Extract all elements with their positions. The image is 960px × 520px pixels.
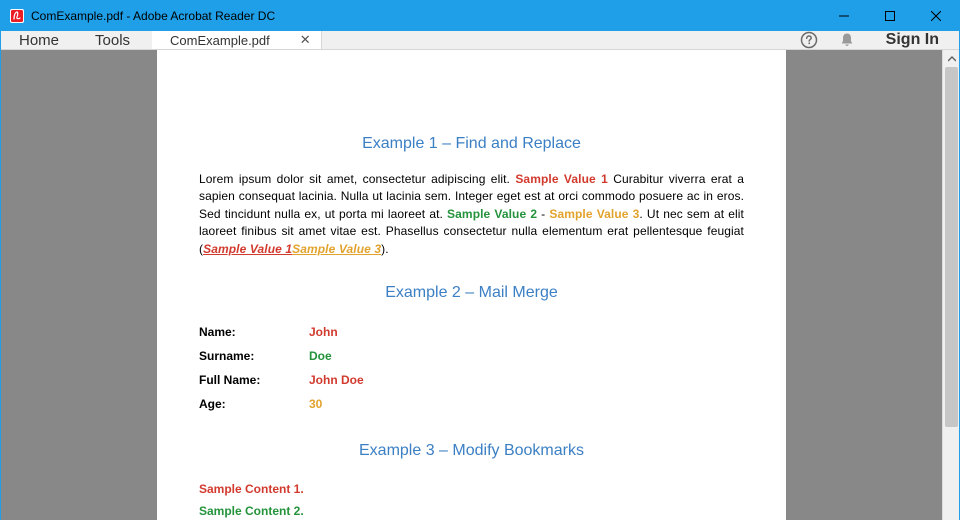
close-icon — [931, 11, 941, 21]
acrobat-icon — [9, 8, 25, 24]
maximize-icon — [885, 11, 895, 21]
notifications-button[interactable] — [828, 31, 866, 49]
link-sample-value-3[interactable]: Sample Value 3 — [292, 242, 381, 256]
sample-value-3: Sample Value 3 — [549, 207, 639, 221]
field-label: Name: — [199, 325, 309, 339]
mail-merge-table: Name:JohnSurname:DoeFull Name:John DoeAg… — [199, 320, 744, 416]
field-label: Surname: — [199, 349, 309, 363]
field-label: Age: — [199, 397, 309, 411]
toolbar: Home Tools ComExample.pdf ✕ Sign In — [1, 31, 959, 50]
field-value: John — [309, 325, 338, 339]
signin-button[interactable]: Sign In — [866, 31, 959, 49]
table-row: Age:30 — [199, 392, 744, 416]
heading-example-1: Example 1 – Find and Replace — [199, 135, 744, 153]
document-page: Example 1 – Find and Replace Lorem ipsum… — [157, 50, 786, 520]
table-row: Full Name:John Doe — [199, 368, 744, 392]
scroll-up-button[interactable] — [943, 50, 960, 67]
bell-icon — [839, 32, 855, 48]
link-sample-value-1[interactable]: Sample Value 1 — [203, 242, 292, 256]
field-value: 30 — [309, 397, 322, 411]
viewer-gutter-right — [786, 50, 942, 520]
sample-value-2: Sample Value 2 — [447, 207, 537, 221]
field-value: John Doe — [309, 373, 364, 387]
tab-close-button[interactable]: ✕ — [300, 32, 311, 48]
sample-value-1: Sample Value 1 — [515, 172, 608, 186]
text-run: Lorem ipsum dolor sit amet, consectetur … — [199, 172, 515, 186]
content-area: Example 1 – Find and Replace Lorem ipsum… — [1, 50, 959, 520]
field-value: Doe — [309, 349, 332, 363]
minimize-button[interactable] — [821, 1, 867, 31]
vertical-scrollbar[interactable] — [942, 50, 959, 520]
help-button[interactable] — [790, 31, 828, 49]
field-label: Full Name: — [199, 373, 309, 387]
titlebar: ComExample.pdf - Adobe Acrobat Reader DC — [1, 1, 959, 31]
bookmarks-block: Sample Content 1. Sample Content 2. — [199, 478, 744, 520]
table-row: Name:John — [199, 320, 744, 344]
document-viewport[interactable]: Example 1 – Find and Replace Lorem ipsum… — [157, 50, 786, 520]
document-tab-label: ComExample.pdf — [170, 33, 270, 48]
window-title: ComExample.pdf - Adobe Acrobat Reader DC — [31, 9, 275, 23]
paragraph-example-1: Lorem ipsum dolor sit amet, consectetur … — [199, 171, 744, 258]
table-row: Surname:Doe — [199, 344, 744, 368]
chevron-up-icon — [948, 56, 956, 62]
bookmark-content-2: Sample Content 2. — [199, 500, 744, 520]
heading-example-2: Example 2 – Mail Merge — [199, 284, 744, 302]
maximize-button[interactable] — [867, 1, 913, 31]
close-button[interactable] — [913, 1, 959, 31]
home-button[interactable]: Home — [1, 31, 77, 49]
help-icon — [800, 31, 818, 49]
viewer-gutter-left — [1, 50, 157, 520]
app-window: ComExample.pdf - Adobe Acrobat Reader DC… — [0, 0, 960, 520]
text-run: ). — [381, 242, 389, 256]
heading-example-3: Example 3 – Modify Bookmarks — [199, 442, 744, 460]
scroll-thumb[interactable] — [945, 67, 958, 427]
document-tab[interactable]: ComExample.pdf ✕ — [152, 31, 322, 49]
tools-button[interactable]: Tools — [77, 31, 148, 49]
minimize-icon — [839, 11, 849, 21]
bookmark-content-1: Sample Content 1. — [199, 478, 744, 500]
text-run: - — [537, 207, 549, 221]
